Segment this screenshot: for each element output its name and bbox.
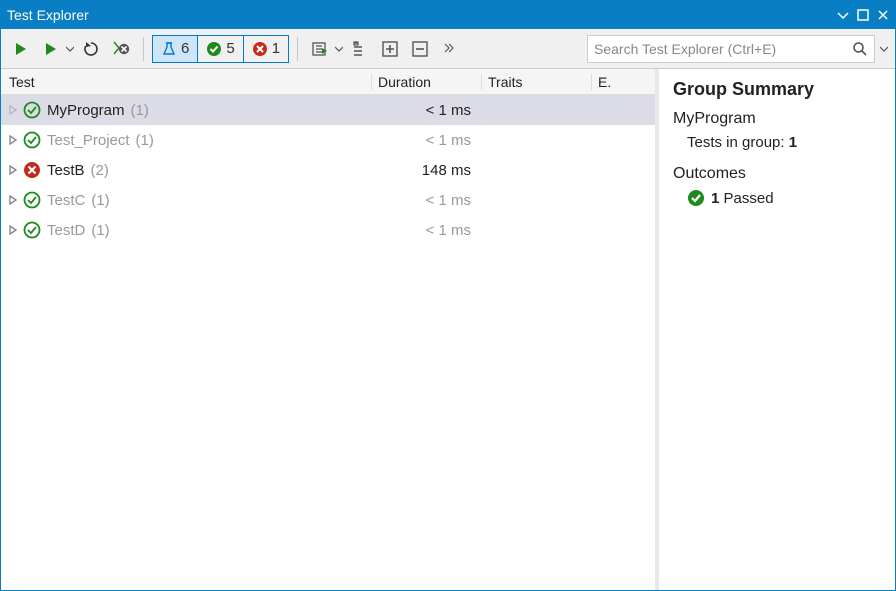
titlebar: Test Explorer: [1, 1, 895, 29]
flask-icon: [161, 41, 177, 57]
pass-icon: [21, 221, 43, 239]
filter-group: 6 5 1: [152, 35, 289, 63]
expand-icon[interactable]: [5, 195, 21, 205]
test-row[interactable]: TestD(1) < 1 ms: [1, 215, 655, 245]
column-traits[interactable]: Traits: [481, 74, 591, 90]
test-rows: MyProgram(1)< 1 msTest_Project(1)< 1 msT…: [1, 95, 655, 590]
summary-group-name: MyProgram: [673, 110, 881, 128]
search-box[interactable]: [587, 35, 875, 63]
playlist-button[interactable]: [306, 35, 344, 63]
run-all-button[interactable]: [7, 35, 35, 63]
repeat-last-run-button[interactable]: [77, 35, 105, 63]
expand-icon[interactable]: [5, 225, 21, 235]
summary-panel: Group Summary MyProgram Tests in group: …: [659, 69, 895, 590]
search-icon[interactable]: [852, 41, 868, 57]
chevron-down-icon[interactable]: [65, 35, 75, 63]
test-duration: < 1 ms: [371, 222, 481, 239]
expand-icon[interactable]: [5, 105, 21, 115]
separator: [297, 37, 298, 61]
test-name: TestD: [43, 222, 85, 239]
run-button[interactable]: [37, 35, 75, 63]
chevron-down-icon[interactable]: [334, 35, 344, 63]
expand-icon[interactable]: [5, 135, 21, 145]
test-duration: < 1 ms: [371, 102, 481, 119]
pass-icon: [21, 101, 43, 119]
window-title: Test Explorer: [7, 7, 837, 23]
fail-icon: [252, 41, 268, 57]
test-duration: < 1 ms: [371, 192, 481, 209]
maximize-icon[interactable]: [857, 9, 869, 21]
test-duration: 148 ms: [371, 162, 481, 179]
expand-icon[interactable]: [5, 165, 21, 175]
group-by-button[interactable]: [346, 35, 374, 63]
pass-icon: [687, 189, 705, 207]
pass-icon: [206, 41, 222, 57]
body: Test Duration Traits E. MyProgram(1)< 1 …: [1, 69, 895, 590]
search-wrap: [587, 35, 889, 63]
test-name: TestC: [43, 192, 85, 209]
window-buttons: [837, 9, 889, 21]
toolbar-overflow-icon[interactable]: [440, 35, 458, 63]
summary-tests-count: Tests in group: 1: [673, 134, 881, 151]
test-name: MyProgram: [43, 102, 125, 119]
filter-passed-count: 5: [226, 40, 234, 57]
column-duration[interactable]: Duration: [371, 74, 481, 90]
filter-passed-button[interactable]: 5: [197, 36, 242, 62]
filter-failed-button[interactable]: 1: [243, 36, 288, 62]
test-explorer-window: Test Explorer 6 5: [0, 0, 896, 591]
chevron-down-icon[interactable]: [879, 35, 889, 63]
filter-total-button[interactable]: 6: [153, 36, 197, 62]
test-count: (1): [125, 102, 149, 119]
fail-icon: [21, 161, 43, 179]
test-count: (1): [85, 192, 109, 209]
test-name: Test_Project: [43, 132, 130, 149]
test-row[interactable]: MyProgram(1) < 1 ms: [1, 95, 655, 125]
test-row[interactable]: TestB(2) 148 ms: [1, 155, 655, 185]
test-row[interactable]: TestC(1) < 1 ms: [1, 185, 655, 215]
window-dropdown-icon[interactable]: [837, 9, 849, 21]
column-headers: Test Duration Traits E.: [1, 69, 655, 95]
filter-failed-count: 1: [272, 40, 280, 57]
pass-icon: [21, 131, 43, 149]
toolbar: 6 5 1: [1, 29, 895, 69]
pass-icon: [21, 191, 43, 209]
test-name: TestB: [43, 162, 85, 179]
test-row[interactable]: Test_Project(1) < 1 ms: [1, 125, 655, 155]
test-count: (1): [85, 222, 109, 239]
collapse-all-button[interactable]: [406, 35, 434, 63]
test-count: (2): [85, 162, 109, 179]
summary-heading: Group Summary: [673, 79, 881, 100]
test-count: (1): [130, 132, 154, 149]
column-test[interactable]: Test: [1, 74, 371, 90]
cancel-button[interactable]: [107, 35, 135, 63]
column-error[interactable]: E.: [591, 74, 655, 90]
summary-outcome-row: 1 Passed: [673, 189, 881, 207]
test-duration: < 1 ms: [371, 132, 481, 149]
separator: [143, 37, 144, 61]
filter-total-count: 6: [181, 40, 189, 57]
summary-outcomes-label: Outcomes: [673, 165, 881, 183]
expand-all-button[interactable]: [376, 35, 404, 63]
search-input[interactable]: [594, 41, 852, 57]
test-list-panel: Test Duration Traits E. MyProgram(1)< 1 …: [1, 69, 659, 590]
close-icon[interactable]: [877, 9, 889, 21]
